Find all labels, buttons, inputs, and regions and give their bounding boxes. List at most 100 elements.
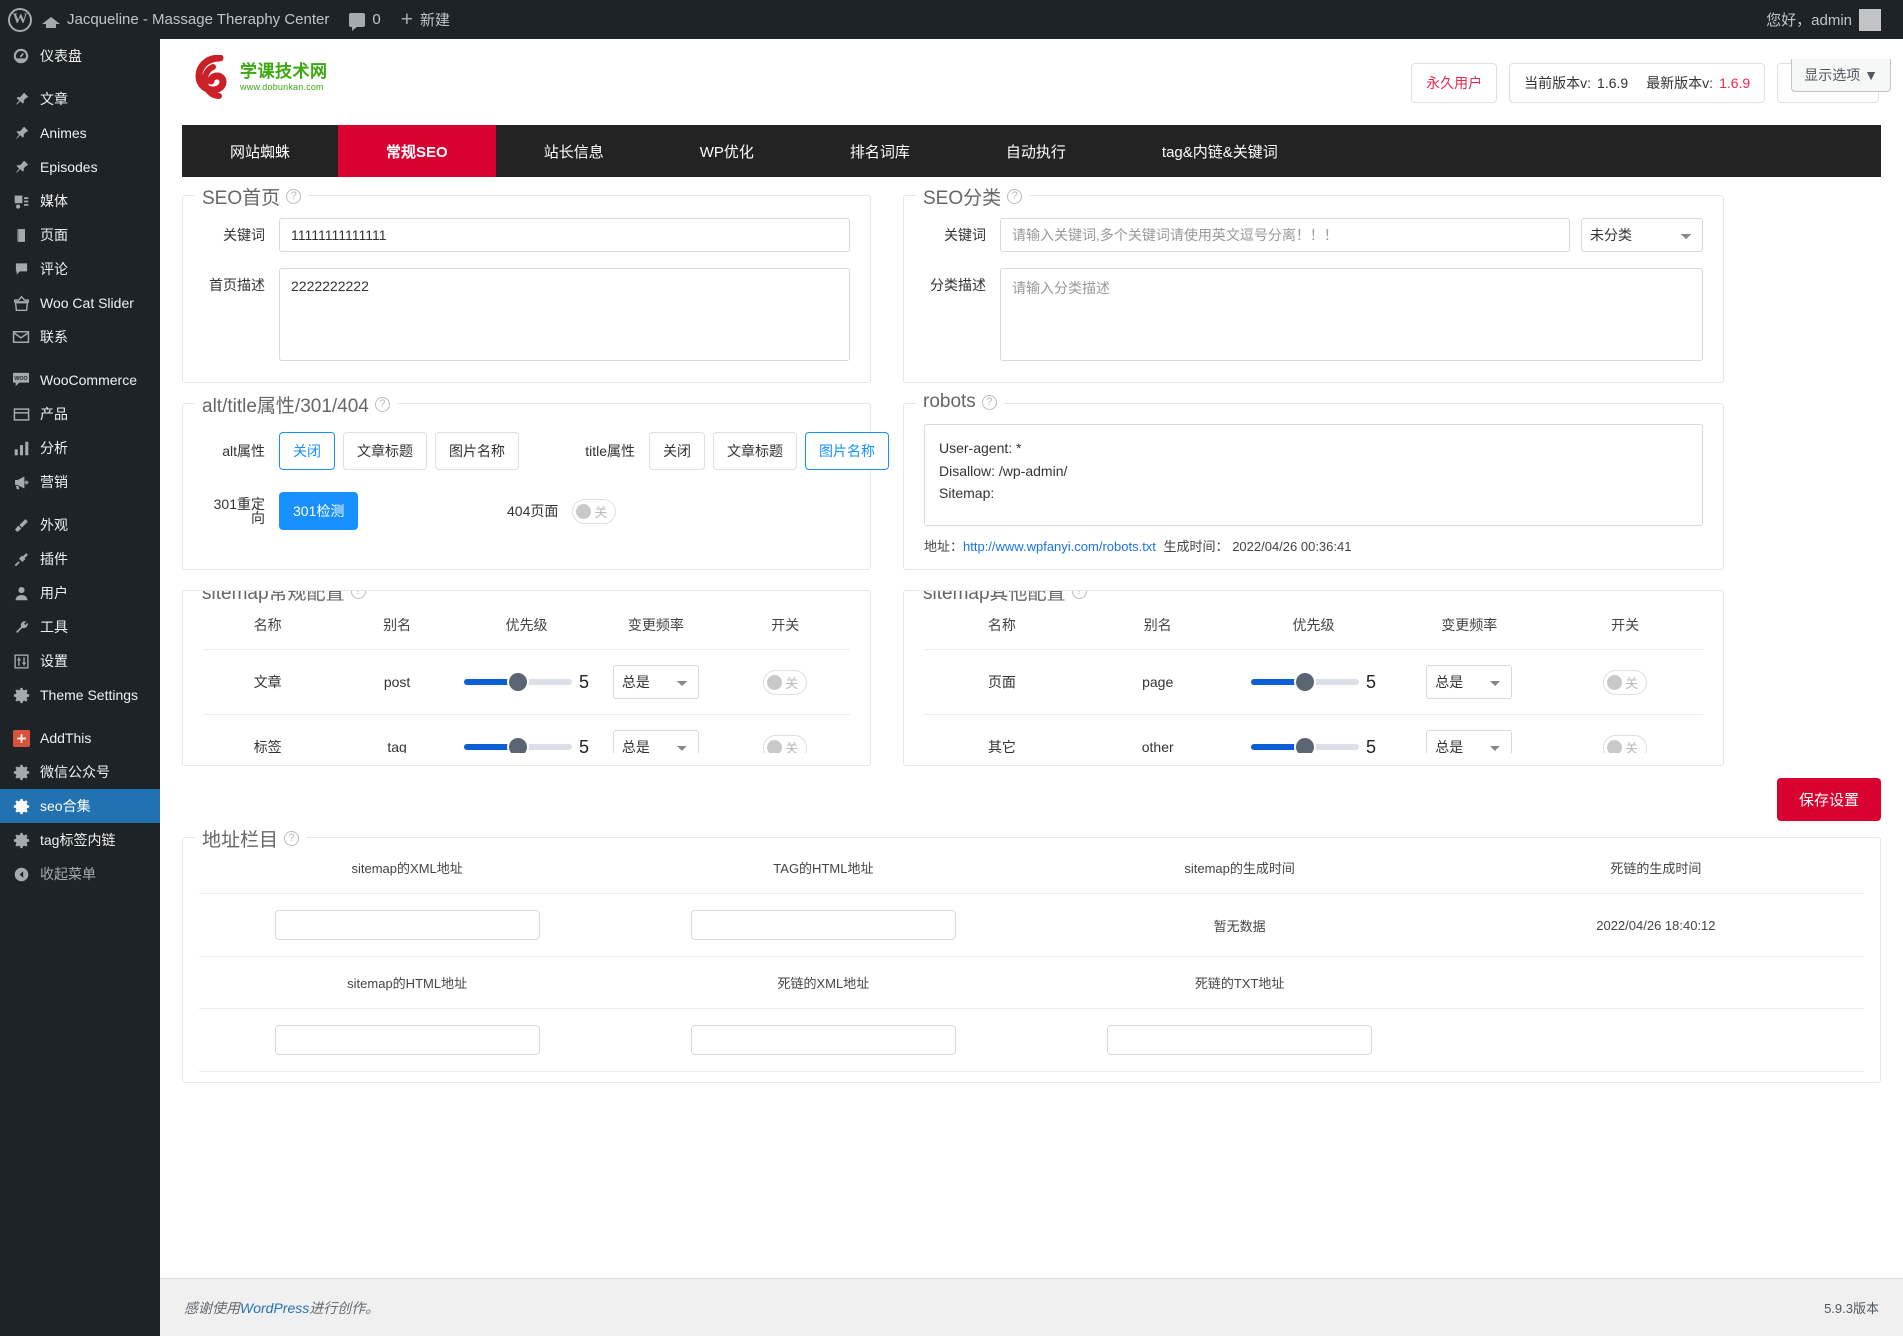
alt-option-button-2[interactable]: 图片名称 — [435, 432, 519, 470]
tab-0[interactable]: 网站蜘蛛 — [182, 125, 338, 177]
adminbar-account[interactable]: 您好，admin — [1756, 0, 1891, 39]
sidebar-item-19[interactable]: AddThis — [0, 721, 160, 755]
row-toggle[interactable]: 关 — [1603, 734, 1648, 753]
row-toggle[interactable]: 关 — [1603, 669, 1648, 695]
panel-address-columns: 地址栏目 ? sitemap的XML地址 TAG的HTML地址 sitemap的生成… — [182, 825, 1881, 1083]
help-icon[interactable]: ? — [286, 189, 302, 204]
redirect-301-button[interactable]: 301检测 — [279, 492, 359, 530]
sidebar-item-13[interactable]: 外观 — [0, 508, 160, 542]
title-option-button-2[interactable]: 图片名称 — [805, 432, 889, 470]
address-value-row — [199, 1008, 1864, 1072]
address-input[interactable] — [274, 1025, 540, 1055]
slider-handle[interactable] — [1295, 673, 1314, 691]
column-header: 变更频率 — [1391, 601, 1548, 650]
sidebar-item-17[interactable]: 设置 — [0, 644, 160, 678]
help-icon[interactable]: ? — [1071, 591, 1087, 599]
sidebar-item-15[interactable]: 用户 — [0, 576, 160, 610]
title-option-button-0[interactable]: 关闭 — [649, 432, 705, 470]
help-icon[interactable]: ? — [374, 397, 390, 412]
priority-slider[interactable] — [1250, 738, 1359, 753]
sidebar-item-12[interactable]: 营销 — [0, 465, 160, 499]
pin-icon — [11, 89, 31, 109]
help-icon[interactable]: ? — [1007, 189, 1023, 204]
sitemap-general-table: 名称 别名 优先级 变更频率 开关 文章 post 5 总是关标签 tag 5 总是关 — [203, 601, 850, 753]
row-slug: page — [1079, 649, 1236, 715]
row-frequency: 总是 — [1391, 714, 1548, 753]
tab-1[interactable]: 常规SEO — [338, 125, 496, 177]
address-input[interactable] — [690, 1025, 956, 1055]
sidebar-item-16[interactable]: 工具 — [0, 610, 160, 644]
frequency-select[interactable]: 总是 — [612, 665, 699, 699]
robots-textarea[interactable]: User-agent: * Disallow: /wp-admin/Sitemap… — [924, 424, 1703, 526]
sidebar-item-22[interactable]: tag标签内链 — [0, 823, 160, 857]
help-icon[interactable]: ? — [350, 591, 366, 599]
sidebar-item-9[interactable]: WOO WooCommerce — [0, 363, 160, 397]
category-select[interactable]: 未分类 — [1581, 218, 1703, 252]
sidebar-item-0[interactable]: 仪表盘 — [0, 39, 160, 73]
sidebar-item-10[interactable]: 产品 — [0, 397, 160, 431]
priority-slider[interactable] — [1250, 673, 1359, 691]
sidebar-item-8[interactable]: 联系 — [0, 320, 160, 354]
wordpress-logo-icon[interactable]: W — [8, 7, 32, 32]
help-icon[interactable]: ? — [284, 831, 300, 846]
column-header: 开关 — [1547, 601, 1703, 650]
address-column-header: 死链的生成时间 — [1447, 842, 1864, 894]
show-options-label: 显示选项 — [1804, 67, 1861, 83]
slider-handle[interactable] — [1295, 738, 1314, 753]
slider-handle[interactable] — [508, 738, 527, 753]
help-icon[interactable]: ? — [981, 394, 997, 410]
tab-5[interactable]: 自动执行 — [958, 125, 1114, 177]
tab-2[interactable]: 站长信息 — [496, 125, 652, 177]
frequency-select[interactable]: 总是 — [1426, 665, 1513, 699]
seo-category-desc-textarea[interactable] — [1000, 268, 1703, 361]
sidebar-item-23[interactable]: 收起菜单 — [0, 857, 160, 891]
frequency-select[interactable]: 总是 — [612, 730, 699, 753]
sidebar-item-1[interactable]: 文章 — [0, 82, 160, 116]
alt-option-button-0[interactable]: 关闭 — [279, 432, 335, 470]
sidebar-item-5[interactable]: 页面 — [0, 218, 160, 252]
save-settings-button[interactable]: 保存设置 — [1776, 778, 1881, 821]
address-input[interactable] — [1107, 1025, 1373, 1055]
tab-4[interactable]: 排名词库 — [802, 125, 958, 177]
footer-wordpress-link[interactable]: WordPress — [240, 1300, 309, 1316]
adminbar-site-name[interactable]: Jacqueline - Massage Theraphy Center — [32, 0, 339, 39]
seo-home-keyword-input[interactable] — [279, 218, 850, 252]
title-option-button-1[interactable]: 文章标题 — [713, 432, 797, 470]
row-toggle[interactable]: 关 — [763, 734, 808, 753]
sidebar-item-14[interactable]: 插件 — [0, 542, 160, 576]
priority-slider[interactable] — [463, 738, 572, 753]
address-input[interactable] — [690, 910, 956, 940]
show-options-button[interactable]: 显示选项 ▼ — [1791, 59, 1891, 92]
address-input[interactable] — [274, 910, 540, 940]
robots-url-link[interactable]: http://www.wpfanyi.com/robots.txt — [963, 539, 1156, 554]
sidebar-item-6[interactable]: 评论 — [0, 252, 160, 286]
adminbar-comments[interactable]: 0 — [339, 0, 390, 39]
seo-category-keyword-input[interactable] — [1000, 218, 1570, 252]
alt-option-button-1[interactable]: 文章标题 — [343, 432, 427, 470]
sidebar-item-3[interactable]: Episodes — [0, 150, 160, 184]
sidebar-item-4[interactable]: 媒体 — [0, 184, 160, 218]
plugin-logo: 学课技术网 www.dobunkan.com — [195, 54, 328, 99]
sidebar-item-label: 仪表盘 — [40, 48, 82, 64]
tab-3[interactable]: WP优化 — [652, 125, 802, 177]
slider-handle[interactable] — [508, 673, 527, 691]
user-badge[interactable]: 永久用户 — [1411, 63, 1498, 103]
seo-category-desc-label: 分类描述 — [930, 277, 986, 293]
sidebar-item-2[interactable]: Animes — [0, 116, 160, 150]
sidebar-item-11[interactable]: 分析 — [0, 431, 160, 465]
sidebar-item-7[interactable]: Woo Cat Slider — [0, 286, 160, 320]
sidebar-item-18[interactable]: Theme Settings — [0, 678, 160, 712]
priority-slider[interactable] — [463, 673, 572, 691]
tab-6[interactable]: tag&内链&关键词 — [1114, 125, 1326, 177]
seo-home-desc-textarea[interactable]: 2222222222 — [279, 268, 850, 361]
row-name: 文章 — [203, 649, 333, 715]
page-404-toggle[interactable]: 关 — [572, 498, 617, 524]
toggle-knob-icon — [576, 503, 592, 519]
sidebar-item-20[interactable]: 微信公众号 — [0, 755, 160, 789]
row-frequency: 总是 — [591, 714, 721, 753]
frequency-select[interactable]: 总是 — [1426, 730, 1513, 753]
row-toggle[interactable]: 关 — [763, 669, 808, 695]
sidebar-item-21[interactable]: seo合集 — [0, 789, 160, 823]
latest-version-value: 1.6.9 — [1719, 75, 1751, 91]
adminbar-new[interactable]: + 新建 — [391, 0, 460, 39]
